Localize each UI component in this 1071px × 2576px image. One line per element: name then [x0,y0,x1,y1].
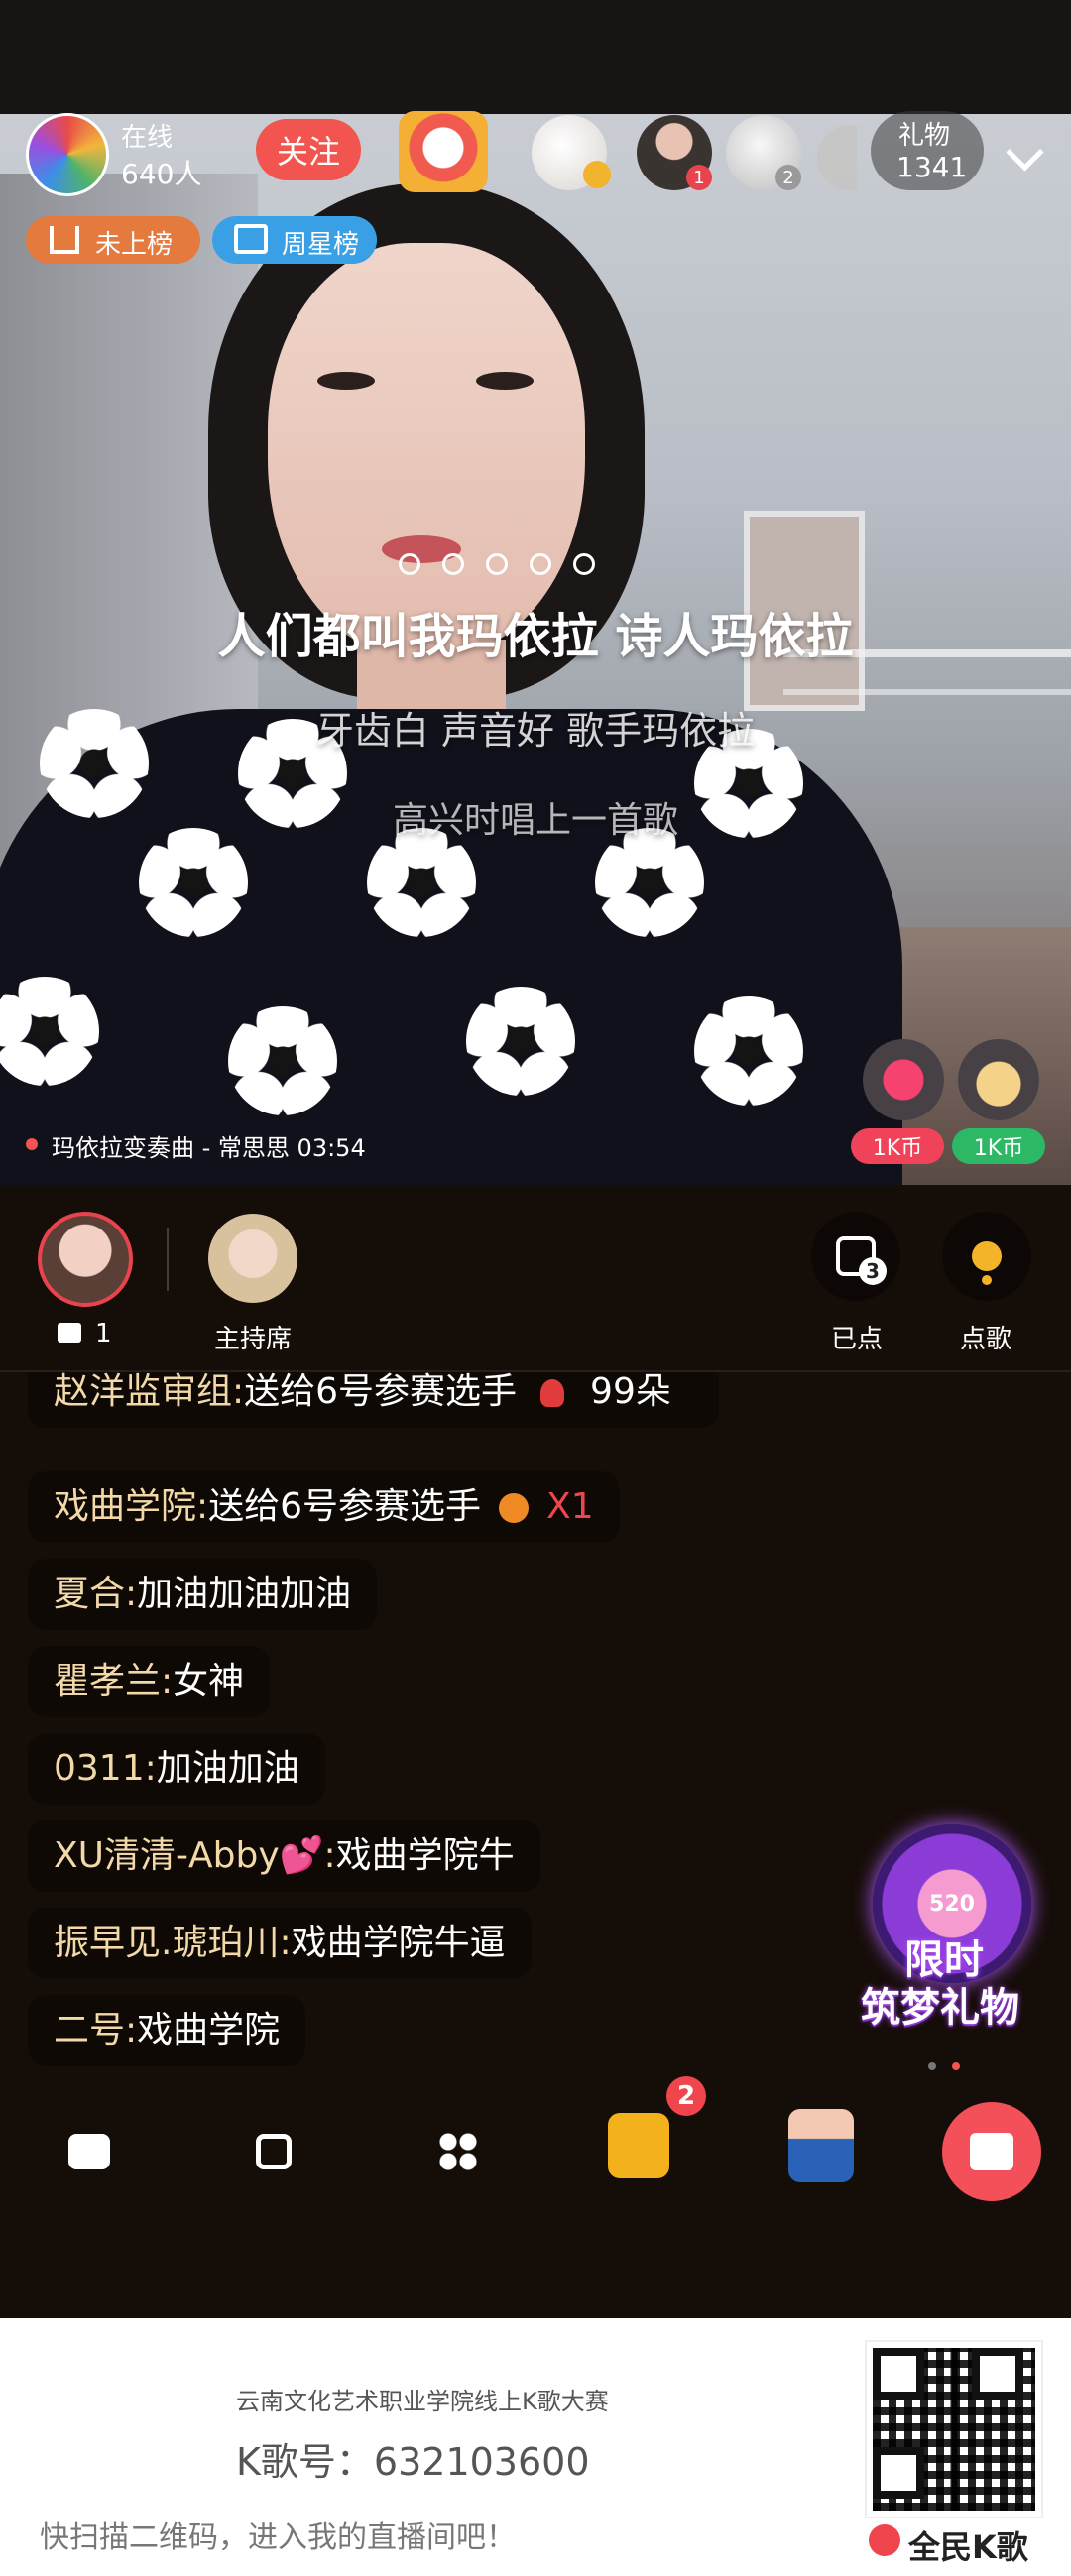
brand-name: 全民K歌 [908,2528,1028,2566]
chat-user: 瞿孝兰: [54,1661,174,1701]
played-count-badge: 3 [859,1257,887,1285]
follow-button[interactable]: 关注 [256,119,361,180]
chat-user: 0311: [54,1748,157,1789]
online-count: 640人 [121,158,202,190]
event-title: 云南文化艺术职业学院线上K歌大赛 [236,2388,609,2415]
tasks-button[interactable] [599,2106,678,2185]
chat-user: 赵洋监审组: [54,1372,245,1412]
chat-user: 戏曲学院: [54,1486,209,1527]
chat-user: 夏合: [54,1574,138,1614]
lyric-following: 高兴时唱上一首歌 [392,800,678,841]
promo-wheel-number: 520 [929,1891,975,1917]
portrait-icon [788,2109,854,2182]
gift-box-icon [970,2133,1013,2170]
microphone-icon [972,1241,1002,1271]
chick-icon [499,1493,530,1523]
playing-dot-icon [26,1138,38,1150]
qr-corner-bl [873,2447,924,2499]
checklist-icon [608,2113,669,2178]
lyric-next: 牙齿白 声音好 歌手玛依拉 [315,709,756,753]
chart-bar-icon [50,226,79,254]
qr-corner-tl [873,2348,924,2400]
basket-icon [234,224,268,254]
gift-count: 1341 [896,151,968,183]
scan-hint: 快扫描二维码，进入我的直播间吧！ [40,2520,516,2555]
rank-badge-label: 未上榜 [95,230,174,260]
seat-avatar[interactable] [38,1212,133,1307]
promo-line2[interactable]: 筑梦礼物 [861,1975,1019,2033]
chat-message: 0311:加油加油 [28,1733,325,1805]
chat-user: 振早见.琥珀川: [54,1923,292,1963]
chat-user: 二号: [54,2010,138,2050]
heart-gift-icon[interactable] [863,1039,944,1120]
promo-page-dots [928,2062,968,2072]
request-song-button[interactable] [942,1212,1031,1301]
money-bag-icon[interactable] [958,1039,1039,1120]
seat-gift-count: 1 [95,1319,112,1348]
online-label: 在线 [121,123,174,153]
gift-icon [58,1323,81,1343]
chat-user: XU清清-Abby💕: [54,1835,336,1876]
lyric-current: 人们都叫我玛依拉 诗人玛依拉 [217,609,854,664]
grid-icon [438,2132,478,2171]
bag-coin-label: 1K币 [952,1128,1045,1164]
share-button[interactable] [234,2112,313,2191]
lyric-countdown-dots [399,553,597,575]
rank-badge-2: 2 [775,165,801,190]
comment-icon [68,2134,110,2169]
chat-message: 二号:戏曲学院 [28,1995,306,2066]
chat-message: 振早见.琥珀川:戏曲学院牛逼 [28,1908,532,1979]
rank-badge-1: 1 [686,165,712,190]
chat-message: 夏合:加油加油加油 [28,1559,378,1630]
played-songs-button[interactable] [811,1212,900,1301]
request-label: 点歌 [960,1325,1012,1354]
qr-corner-tr [972,2348,1023,2400]
now-playing: 玛依拉变奏曲 - 常思思 03:54 [52,1134,366,1162]
chat-message: 瞿孝兰:女神 [28,1646,271,1717]
brand-logo-icon [869,2524,900,2556]
crown-icon [583,161,611,188]
heart-coin-label: 1K币 [851,1128,944,1164]
comment-button[interactable] [50,2112,129,2191]
host-seat-label: 主持席 [214,1325,293,1354]
tasks-badge: 2 [666,2076,706,2116]
send-gift-button[interactable] [942,2102,1041,2201]
seat-divider [167,1228,169,1291]
share-icon [256,2134,292,2169]
gift-label: 礼物 [898,121,951,151]
chat-message: XU清清-Abby💕:戏曲学院牛 [28,1820,540,1892]
k-song-id: K歌号：632103600 [236,2440,590,2484]
trophy-icon[interactable] [399,111,488,192]
chat-message: 赵洋监审组:送给6号参赛选手 99朵 [28,1372,719,1428]
chat-message: 戏曲学院:送给6号参赛选手 X1 [28,1471,620,1543]
share-footer: 云南文化艺术职业学院线上K歌大赛 K歌号：632103600 快扫描二维码，进入… [0,2318,1071,2576]
played-label: 已点 [831,1325,884,1354]
week-star-label: 周星榜 [282,230,360,260]
status-bar [0,0,1071,114]
rose-icon [540,1379,565,1407]
more-apps-button[interactable] [418,2112,498,2191]
host-seat-avatar[interactable] [208,1214,298,1303]
avatar-mask-button[interactable] [781,2106,861,2185]
host-avatar[interactable] [26,113,109,196]
